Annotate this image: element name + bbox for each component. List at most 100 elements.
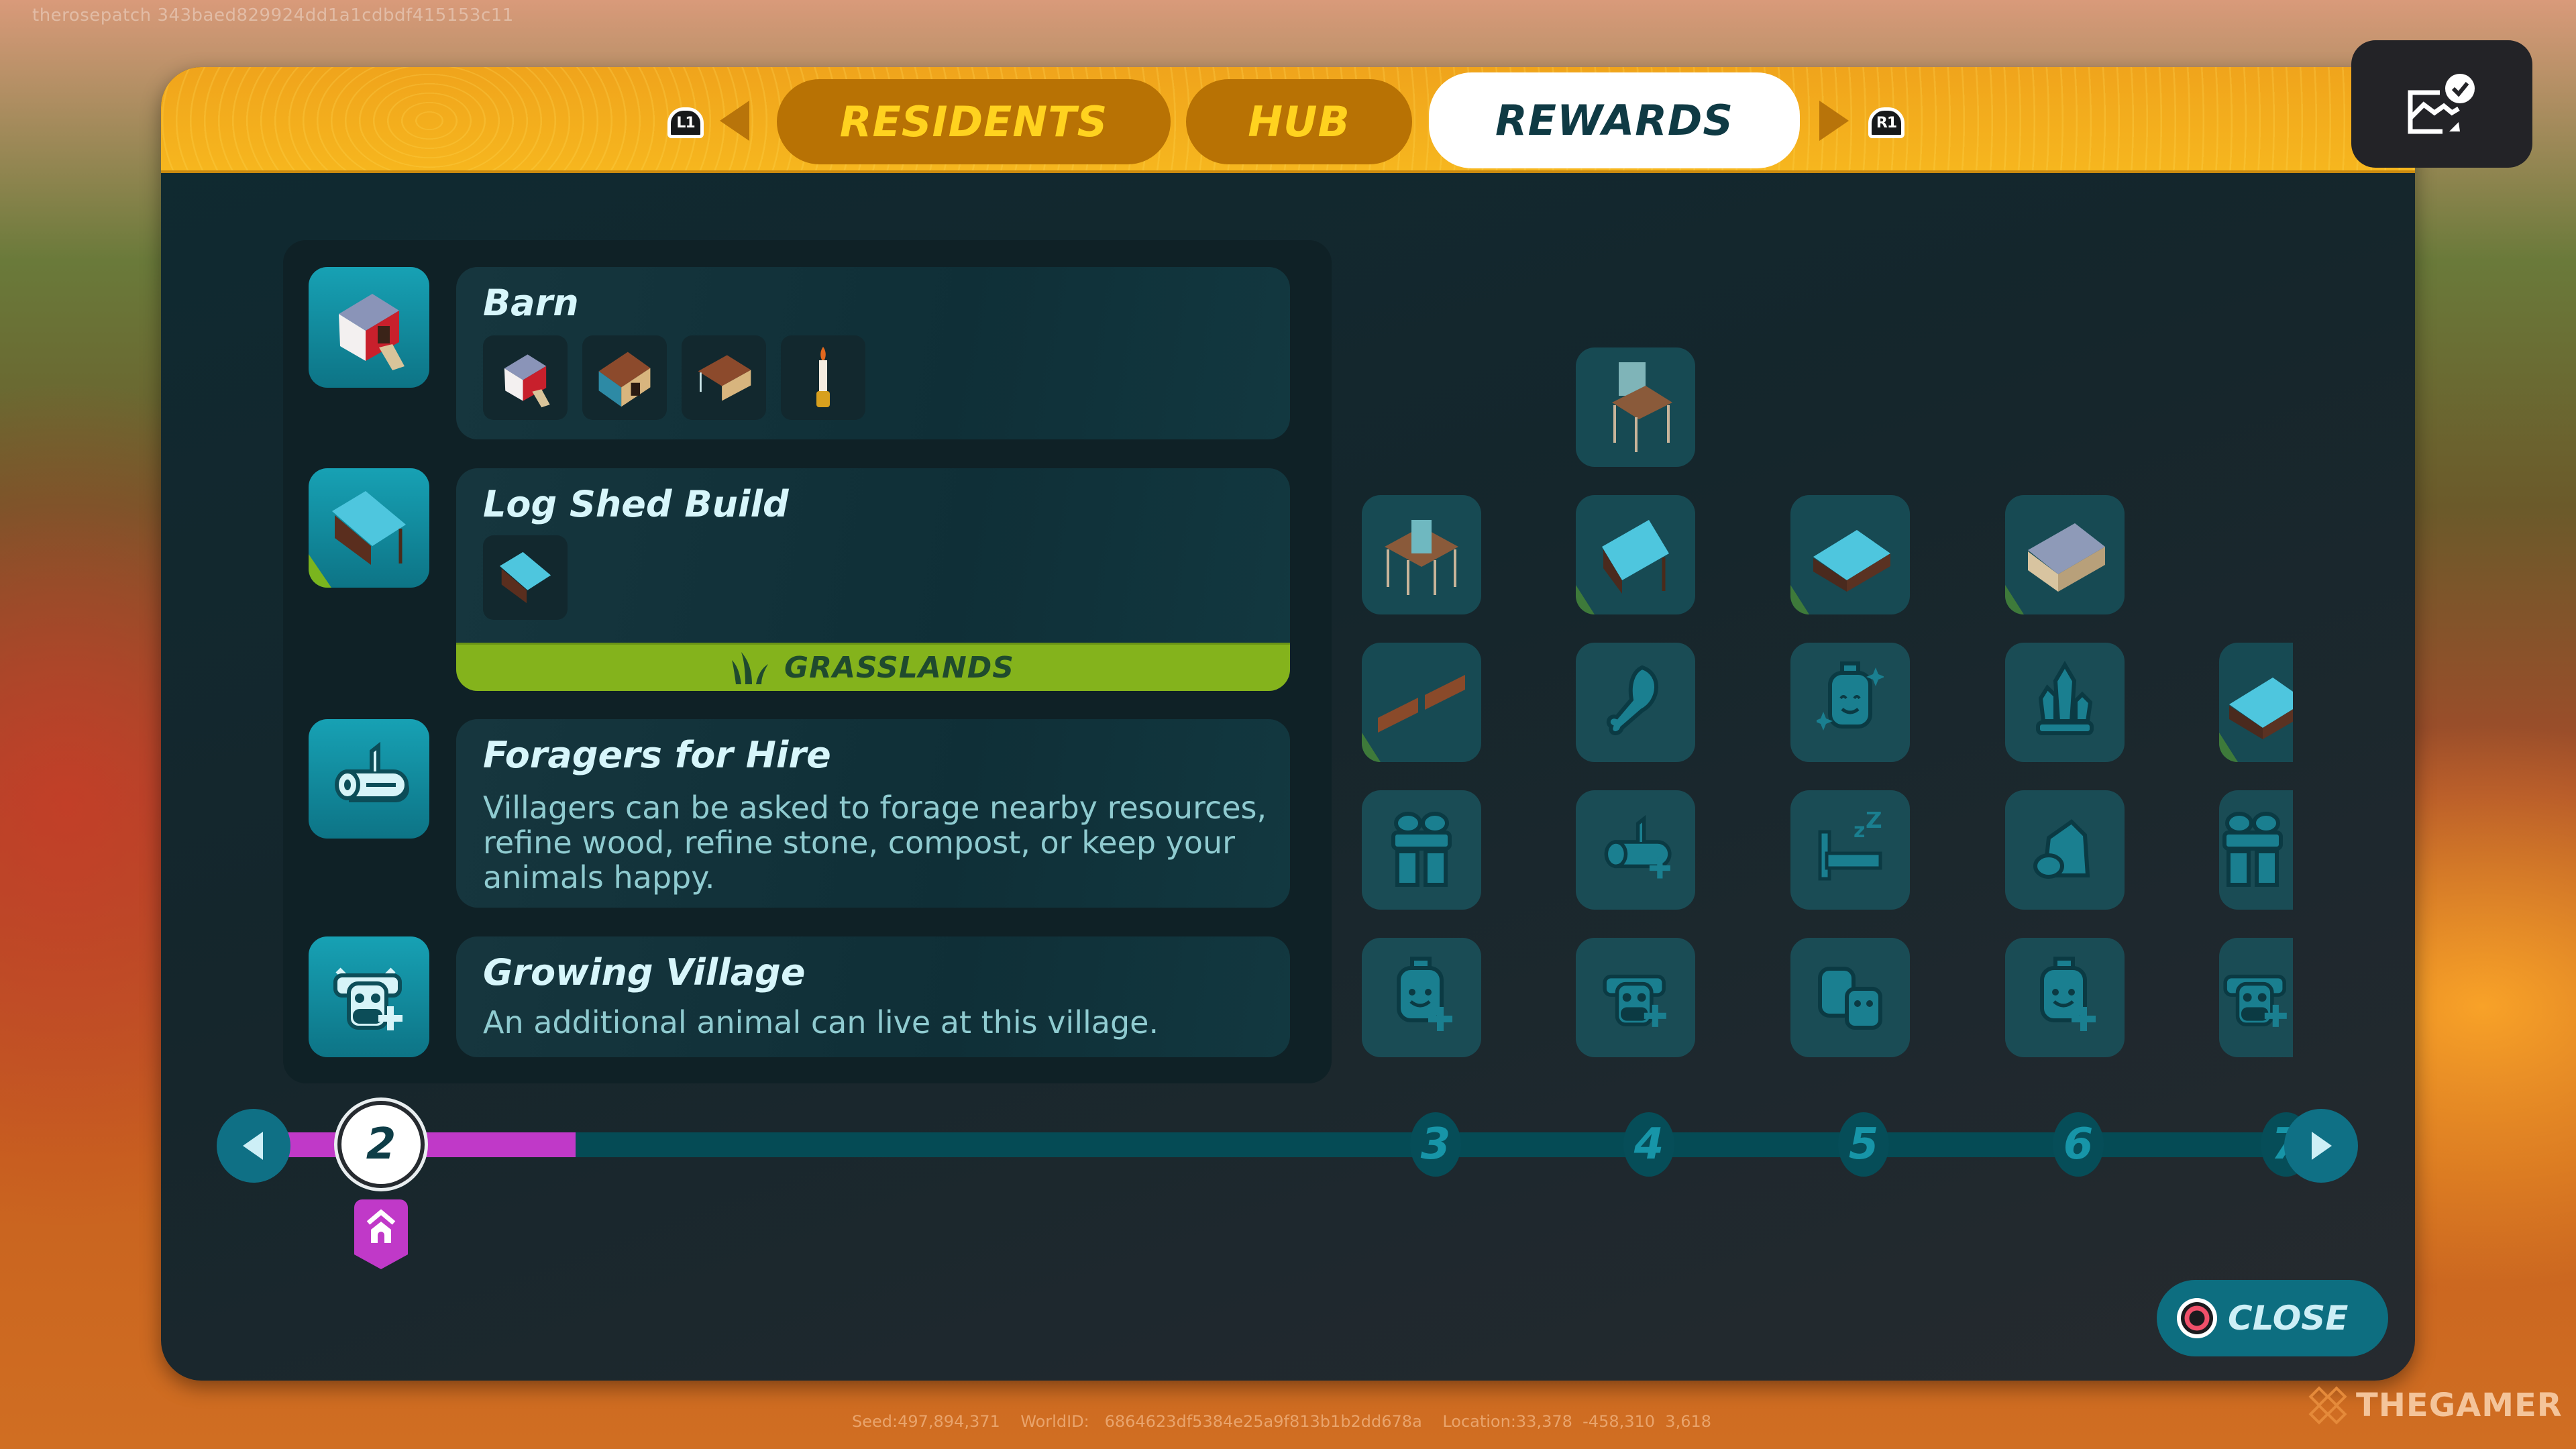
progress-track <box>415 1132 2293 1157</box>
village-panel: L1 RESIDENTS HUB REWARDS R1 Barn Log She… <box>161 67 2415 1381</box>
reward-tile-rock[interactable] <box>2005 790 2125 910</box>
grasslands-corner <box>1362 733 1381 762</box>
reward-description: An additional animal can live at this vi… <box>483 1004 1159 1040</box>
level-node-6[interactable]: 6 <box>2053 1112 2104 1177</box>
level-number: 2 <box>366 1120 396 1169</box>
l1-button-hint[interactable]: L1 <box>667 107 704 138</box>
grasslands-corner <box>2005 585 2024 614</box>
level-number: 4 <box>1633 1120 1664 1169</box>
drumstick-icon <box>1602 661 1669 745</box>
reward-title: Barn <box>483 282 579 324</box>
brand-watermark: THEGAMER <box>2308 1385 2563 1426</box>
reward-tile-stilted-tower[interactable] <box>1576 347 1695 467</box>
barn-icon <box>309 267 429 388</box>
level-node-3[interactable]: 3 <box>1410 1112 1461 1177</box>
tab-rewards-label: REWARDS <box>1495 96 1734 145</box>
level-node-4[interactable]: 4 <box>1623 1112 1674 1177</box>
brand-logo-icon <box>2308 1386 2347 1425</box>
reward-tile-minifig-cow[interactable] <box>1790 938 1910 1057</box>
rock-icon <box>2031 815 2098 885</box>
next-level-button[interactable] <box>2284 1109 2358 1183</box>
log-shed-item-icon[interactable] <box>483 535 568 620</box>
gift-icon <box>2219 808 2286 892</box>
reward-tile-crystal[interactable] <box>2005 643 2125 762</box>
reward-card-foragers: Foragers for Hire Villagers can be asked… <box>456 719 1290 908</box>
triangle-right-icon <box>2312 1132 2332 1160</box>
reward-tile-stilted-house[interactable] <box>1362 495 1481 614</box>
grasslands-corner <box>1790 585 1809 614</box>
stilted-tower-icon <box>1592 356 1679 460</box>
reward-tile-log-shed[interactable] <box>1576 495 1695 614</box>
home-icon <box>366 1210 396 1243</box>
log-shed-icon <box>309 468 429 588</box>
r1-button-hint[interactable]: R1 <box>1868 107 1904 138</box>
shed-roof-item-icon[interactable] <box>682 335 766 420</box>
tab-prev-arrow-icon[interactable] <box>720 101 749 141</box>
reward-tile-bed-sleep[interactable]: zZ <box>1790 790 1910 910</box>
grasslands-corner <box>309 554 331 588</box>
reward-tile-stone-house[interactable] <box>2005 495 2125 614</box>
reward-tile-gift[interactable] <box>2219 790 2293 910</box>
biome-label: GRASSLANDS <box>784 651 1014 685</box>
reward-title: Growing Village <box>483 951 806 994</box>
log-cabin-icon <box>1803 510 1897 600</box>
tab-rewards[interactable]: REWARDS <box>1429 72 1800 168</box>
biome-badge-grasslands: GRASSLANDS <box>456 643 1290 691</box>
crystal-icon <box>2031 660 2098 745</box>
reward-card-log-shed: Log Shed Build GRASSLANDS <box>456 468 1290 691</box>
reward-card-growing-village: Growing Village An additional animal can… <box>456 936 1290 1057</box>
close-label: CLOSE <box>2228 1299 2349 1338</box>
log-icon <box>309 719 429 839</box>
reward-tile-minifig-plus[interactable] <box>2005 938 2125 1057</box>
level-number: 6 <box>2063 1120 2094 1169</box>
circle-button-icon <box>2177 1298 2217 1338</box>
tab-next-arrow-icon[interactable] <box>1819 101 1849 141</box>
candle-item-icon[interactable] <box>781 335 865 420</box>
grass-icon <box>732 651 768 684</box>
svg-text:z: z <box>1854 819 1865 843</box>
minifig-plus-icon <box>1388 956 1455 1040</box>
bed-sleep-icon: zZ <box>1813 807 1887 889</box>
cow-plus-icon <box>1599 956 1672 1040</box>
cow-plus-icon <box>309 936 429 1057</box>
stable-item-icon[interactable] <box>582 335 667 420</box>
reward-tile-minifig-plus[interactable] <box>1362 938 1481 1057</box>
reward-tile-minifig-sparkle[interactable] <box>1790 643 1910 762</box>
gift-icon <box>1388 808 1455 892</box>
reward-tile-cow-plus[interactable] <box>1576 938 1695 1057</box>
log-shed-icon <box>1589 506 1682 604</box>
grasslands-corner <box>1576 585 1595 614</box>
svg-text:Z: Z <box>1866 812 1882 834</box>
brand-name: THEGAMER <box>2356 1387 2563 1424</box>
reward-tile-gift[interactable] <box>1362 790 1481 910</box>
world-info: Seed:497,894,371 WorldID: 6864623df5384e… <box>852 1412 1711 1431</box>
minifig-sparkle-icon <box>1814 661 1885 745</box>
tab-residents[interactable]: RESIDENTS <box>777 79 1171 164</box>
barn-item-icon[interactable] <box>483 335 568 420</box>
log-plus-icon <box>1599 814 1672 885</box>
reward-tile-cow-plus[interactable] <box>2219 938 2293 1057</box>
minifig-cow-icon <box>1813 959 1887 1036</box>
seed-text: Seed:497,894,371 <box>852 1412 1000 1431</box>
prev-level-button[interactable] <box>217 1109 290 1183</box>
level-node-current[interactable]: 2 <box>341 1105 421 1184</box>
reward-tile-drumstick[interactable] <box>1576 643 1695 762</box>
wooden-fence-icon <box>1371 657 1472 748</box>
reward-tile-wooden-fence[interactable] <box>1362 643 1481 762</box>
reward-tile-log-cabin[interactable] <box>1790 495 1910 614</box>
location-text: Location:33,378 -458,310 3,618 <box>1442 1412 1712 1431</box>
photo-mode-button[interactable] <box>2351 40 2532 168</box>
photo-check-icon <box>2408 74 2475 134</box>
reward-tile-log-plus[interactable] <box>1576 790 1695 910</box>
reward-tile-log-cabin[interactable] <box>2219 643 2293 762</box>
reward-card-barn: Barn <box>456 267 1290 439</box>
stilted-house-icon <box>1371 506 1472 604</box>
reward-title: Log Shed Build <box>483 483 789 525</box>
cow-plus-icon <box>2219 956 2293 1040</box>
tab-hub[interactable]: HUB <box>1186 79 1412 164</box>
grasslands-corner <box>2219 733 2238 762</box>
level-node-5[interactable]: 5 <box>1838 1112 1889 1177</box>
level-number: 5 <box>1848 1120 1879 1169</box>
watermark-text: therosepatch 343baed829924dd1a1cdbdf4151… <box>32 5 514 25</box>
close-button[interactable]: CLOSE <box>2157 1280 2388 1356</box>
